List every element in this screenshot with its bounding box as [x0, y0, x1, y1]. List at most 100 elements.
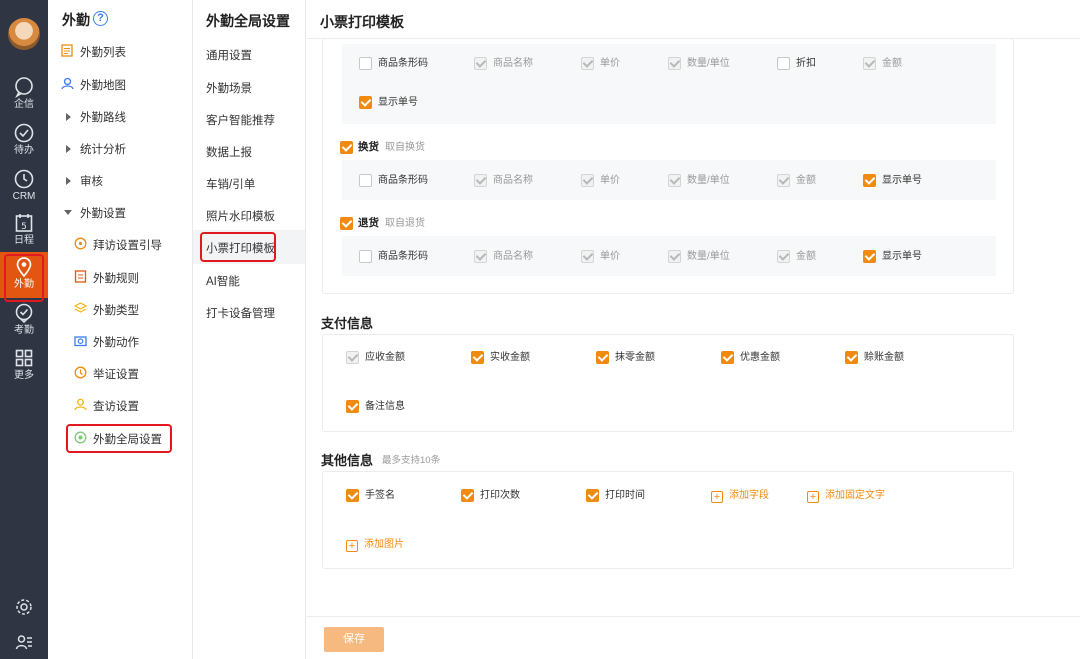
checkbox-print-count[interactable]	[461, 489, 474, 502]
sidebar-item-inspect-settings[interactable]: 查访设置	[48, 390, 193, 420]
sidebar-item-label: 外勤设置	[80, 208, 126, 220]
sidebar-item-visit-guide[interactable]: 拜访设置引导	[48, 229, 193, 259]
checkbox-label: 金额	[882, 58, 902, 69]
rail-item-qixin[interactable]: 企信	[0, 72, 48, 118]
checkbox-sales-barcode[interactable]	[359, 57, 372, 70]
settings-icon	[16, 599, 32, 615]
plus-icon: +	[711, 491, 723, 503]
checkbox-exchange[interactable]	[340, 141, 353, 154]
checkbox-exchange-show-order-no[interactable]	[863, 174, 876, 187]
app-rail: 企信 待办 CRM 5 日程 外勤 考勤 更多	[0, 0, 48, 659]
sidebar-item-review[interactable]: 审核	[48, 165, 193, 195]
save-button[interactable]: 保存	[324, 627, 384, 652]
subnav-item-van-sales[interactable]: 车销/引单	[206, 176, 255, 192]
sidebar-item-field-route[interactable]: 外勤路线	[48, 101, 193, 131]
app-root: 企信 待办 CRM 5 日程 外勤 考勤 更多 外勤 ? 外勤列表 外勤地图 外…	[0, 0, 1080, 659]
rail-item-attendance[interactable]: 考勤	[0, 298, 48, 344]
checkbox-sales-show-order-no[interactable]	[359, 96, 372, 109]
add-field-button[interactable]: + 添加字段	[711, 489, 769, 503]
sidebar-item-field-list[interactable]: 外勤列表	[48, 36, 193, 66]
help-icon[interactable]: ?	[93, 11, 108, 26]
add-field-label: 添加字段	[729, 490, 769, 501]
checkbox-signature[interactable]	[346, 489, 359, 502]
avatar[interactable]	[8, 18, 40, 50]
rail-item-todo[interactable]: 待办	[0, 118, 48, 164]
module-title: 外勤	[62, 12, 90, 28]
user-list-button[interactable]	[0, 633, 48, 656]
checkbox-exchange-barcode[interactable]	[359, 174, 372, 187]
sidebar-item-label: 查访设置	[93, 401, 139, 413]
subnav-item-general[interactable]: 通用设置	[206, 47, 252, 63]
plus-icon: +	[346, 540, 358, 552]
checkbox-amount-credit[interactable]	[845, 351, 858, 364]
checkbox-label: 数量/单位	[687, 58, 730, 69]
subnav-item-receipt-template[interactable]: 小票打印模板	[206, 240, 275, 256]
subnav-item-device-management[interactable]: 打卡设备管理	[206, 305, 275, 321]
checkbox-label: 商品名称	[493, 58, 533, 69]
checkbox-label: 实收金额	[490, 352, 530, 363]
rail-item-label: 更多	[14, 370, 34, 381]
sidebar-item-global-settings[interactable]: 外勤全局设置	[48, 423, 193, 453]
payment-card	[322, 334, 1014, 432]
checkbox-label: 金额	[796, 175, 816, 186]
page-title: 小票打印模板	[320, 14, 404, 30]
chevron-right-icon	[66, 177, 71, 185]
checkbox-label: 商品条形码	[378, 175, 428, 186]
layers-icon	[74, 302, 87, 313]
sidebar-item-field-types[interactable]: 外勤类型	[48, 294, 193, 324]
checkbox-returns-barcode[interactable]	[359, 250, 372, 263]
subnav-item-ai[interactable]: AI智能	[206, 273, 240, 289]
checkbox-exchange-unit-price	[581, 174, 594, 187]
attendance-icon	[15, 303, 33, 324]
module-sidebar: 外勤 ? 外勤列表 外勤地图 外勤路线 统计分析 审核 外勤设置 拜访设置引导	[48, 0, 193, 659]
sidebar-item-label: 外勤规则	[93, 273, 139, 285]
checkbox-label: 显示单号	[378, 97, 418, 108]
rail-item-field-work[interactable]: 外勤	[0, 252, 48, 302]
rail-item-schedule[interactable]: 5 日程	[0, 208, 48, 254]
subnav-item-smart-recommend[interactable]: 客户智能推荐	[206, 112, 275, 128]
checkbox-exchange-amount	[777, 174, 790, 187]
checkbox-label: 单价	[600, 175, 620, 186]
checkbox-returns[interactable]	[340, 217, 353, 230]
checkbox-returns-show-order-no[interactable]	[863, 250, 876, 263]
rail-item-label: 外勤	[14, 279, 34, 290]
subnav-item-watermark-template[interactable]: 照片水印模板	[206, 208, 275, 224]
checkbox-label: 备注信息	[365, 401, 405, 412]
checkbox-label: 商品名称	[493, 175, 533, 186]
location-pin-icon	[16, 257, 32, 278]
evidence-icon	[74, 366, 87, 379]
add-fixed-text-button[interactable]: + 添加固定文字	[807, 489, 885, 503]
camera-icon	[74, 336, 87, 347]
checkbox-amount-rounding[interactable]	[596, 351, 609, 364]
checkbox-amount-received[interactable]	[471, 351, 484, 364]
add-image-button[interactable]: + 添加图片	[346, 538, 404, 552]
add-image-label: 添加图片	[364, 539, 404, 550]
sidebar-item-statistics[interactable]: 统计分析	[48, 133, 193, 163]
checkbox-amount-discount[interactable]	[721, 351, 734, 364]
settings-button[interactable]	[0, 598, 48, 621]
sidebar-item-field-map[interactable]: 外勤地图	[48, 69, 193, 99]
sidebar-item-label: 举证设置	[93, 369, 139, 381]
check-circle-icon	[14, 123, 34, 143]
guide-icon	[74, 237, 87, 250]
footer-divider	[307, 616, 1080, 617]
rail-item-more[interactable]: 更多	[0, 343, 48, 389]
subnav-item-data-report[interactable]: 数据上报	[206, 144, 252, 160]
checkbox-amount-receivable	[346, 351, 359, 364]
subnav-item-scenes[interactable]: 外勤场景	[206, 80, 252, 96]
checkbox-returns-product-name	[474, 250, 487, 263]
sidebar-item-evidence-settings[interactable]: 举证设置	[48, 358, 193, 388]
payment-section-title: 支付信息	[321, 316, 374, 331]
sales-fields-group	[342, 44, 996, 124]
sidebar-item-field-actions[interactable]: 外勤动作	[48, 326, 193, 356]
checkbox-remarks[interactable]	[346, 400, 359, 413]
checkbox-label: 打印时间	[605, 490, 645, 501]
chat-bubble-icon	[15, 77, 33, 98]
sidebar-item-field-settings[interactable]: 外勤设置	[48, 197, 193, 227]
rail-item-crm[interactable]: CRM	[0, 164, 48, 210]
chevron-right-icon	[66, 113, 71, 121]
calendar-day: 5	[21, 222, 27, 232]
checkbox-sales-discount[interactable]	[777, 57, 790, 70]
checkbox-print-time[interactable]	[586, 489, 599, 502]
sidebar-item-field-rules[interactable]: 外勤规则	[48, 262, 193, 292]
